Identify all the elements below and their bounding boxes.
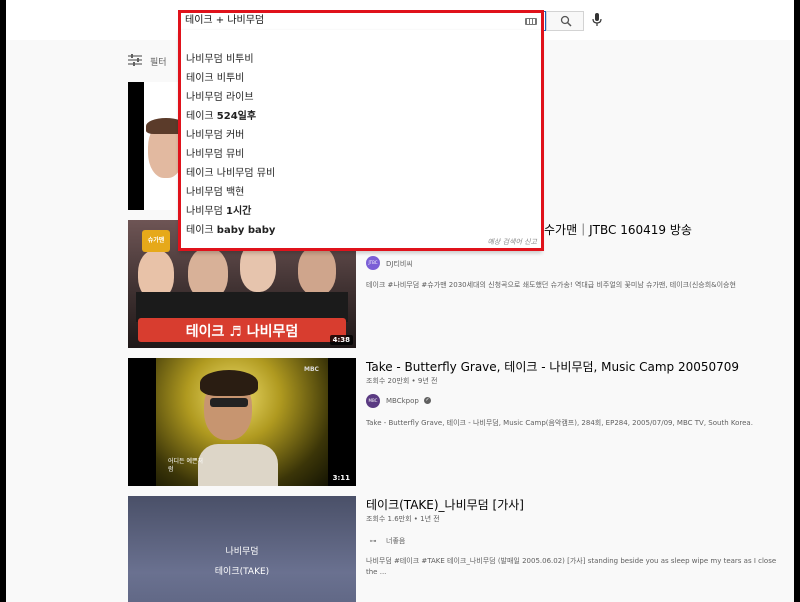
thumbnail-line-1: 나비무덤 xyxy=(225,547,259,557)
video-duration: 3:11 xyxy=(329,473,353,483)
filter-label: 필터 xyxy=(150,58,167,68)
suggestion-item[interactable]: 나비무덤 비투비 xyxy=(180,50,541,69)
thumbnail-badge: 슈가맨 xyxy=(147,237,165,244)
search-suggestions-dropdown: 나비무덤 비투비 테이크 비투비 나비무덤 라이브 테이크 524일후 나비무덤… xyxy=(179,30,542,251)
suggestion-item[interactable]: 나비무덤 1시간 xyxy=(180,202,541,221)
video-title[interactable]: Take - Butterfly Grave, 테이크 - 나비무덤, Musi… xyxy=(366,358,739,375)
suggestion-item[interactable]: 나비무덤 백현 xyxy=(180,183,541,202)
youtube-page: 테이크 + 나비무덤 필터 슈가맨 테이크 ♬ 나비무덤 4:38 수가맨｜JT… xyxy=(6,0,794,602)
channel-name[interactable]: DJ티비씨 xyxy=(386,259,413,269)
thumbnail-caption: 테이크 ♬ 나비무덤 xyxy=(185,324,299,340)
video-thumbnail[interactable]: MBC 어디든 예쁜처럼 3:11 xyxy=(128,358,356,486)
suggestion-item[interactable]: 테이크 나비무덤 뮤비 xyxy=(180,164,541,183)
channel-name[interactable]: MBCkpop xyxy=(386,397,419,405)
verified-icon: ✓ xyxy=(424,397,431,404)
search-icon xyxy=(560,15,572,27)
suggestion-item[interactable]: 나비무덤 커버 xyxy=(180,126,541,145)
video-thumbnail[interactable]: 나비무덤 테이크(TAKE) xyxy=(128,496,356,602)
channel-name[interactable]: 너좋음 xyxy=(386,536,405,546)
suggestion-item[interactable]: 나비무덤 라이브 xyxy=(180,88,541,107)
video-description: Take - Butterfly Grave, 테이크 - 나비무덤, Musi… xyxy=(366,419,753,427)
search-input[interactable]: 테이크 + 나비무덤 xyxy=(185,12,264,30)
video-description: 나비무덤 #테이크 #TAKE 테이크_나비무덤 (발매일 2005.06.02… xyxy=(366,557,777,576)
video-meta: 조회수 1.6만회 • 1년 전 xyxy=(366,515,440,523)
channel-avatar[interactable]: MBC xyxy=(366,394,380,408)
channel-avatar[interactable]: JTBC xyxy=(366,256,380,270)
search-button[interactable] xyxy=(546,11,584,31)
video-duration: 4:38 xyxy=(329,335,353,345)
suggestion-list: 나비무덤 비투비 테이크 비투비 나비무덤 라이브 테이크 524일후 나비무덤… xyxy=(180,50,541,240)
microphone-icon[interactable] xyxy=(592,13,602,27)
video-meta: 조회수 20만회 • 9년 전 xyxy=(366,377,438,385)
thumbnail-line-2: 테이크(TAKE) xyxy=(214,567,270,577)
thumbnail-logo: MBC xyxy=(304,366,319,373)
report-suggestions-link[interactable]: 예상 검색어 신고 xyxy=(487,237,537,247)
video-title[interactable]: 수가맨｜JTBC 160419 방송 xyxy=(544,221,692,238)
filter-icon xyxy=(128,54,142,66)
suggestion-item[interactable]: 나비무덤 뮤비 xyxy=(180,145,541,164)
keyboard-icon[interactable] xyxy=(525,18,537,25)
suggestion-item[interactable]: 테이크 524일후 xyxy=(180,107,541,126)
video-description: 테이크 #나비무덤 #슈가맨 2030세대의 신청곡으로 쇄도했던 슈가송! 역… xyxy=(366,281,736,289)
search-box[interactable]: 테이크 + 나비무덤 xyxy=(180,11,546,31)
video-title[interactable]: 테이크(TAKE)_나비무덤 [가사] xyxy=(366,496,524,513)
channel-avatar[interactable]: ⊶ xyxy=(366,534,380,548)
thumbnail-caption: 어디든 예쁜처럼 xyxy=(168,458,204,473)
suggestion-item[interactable]: 테이크 비투비 xyxy=(180,69,541,88)
